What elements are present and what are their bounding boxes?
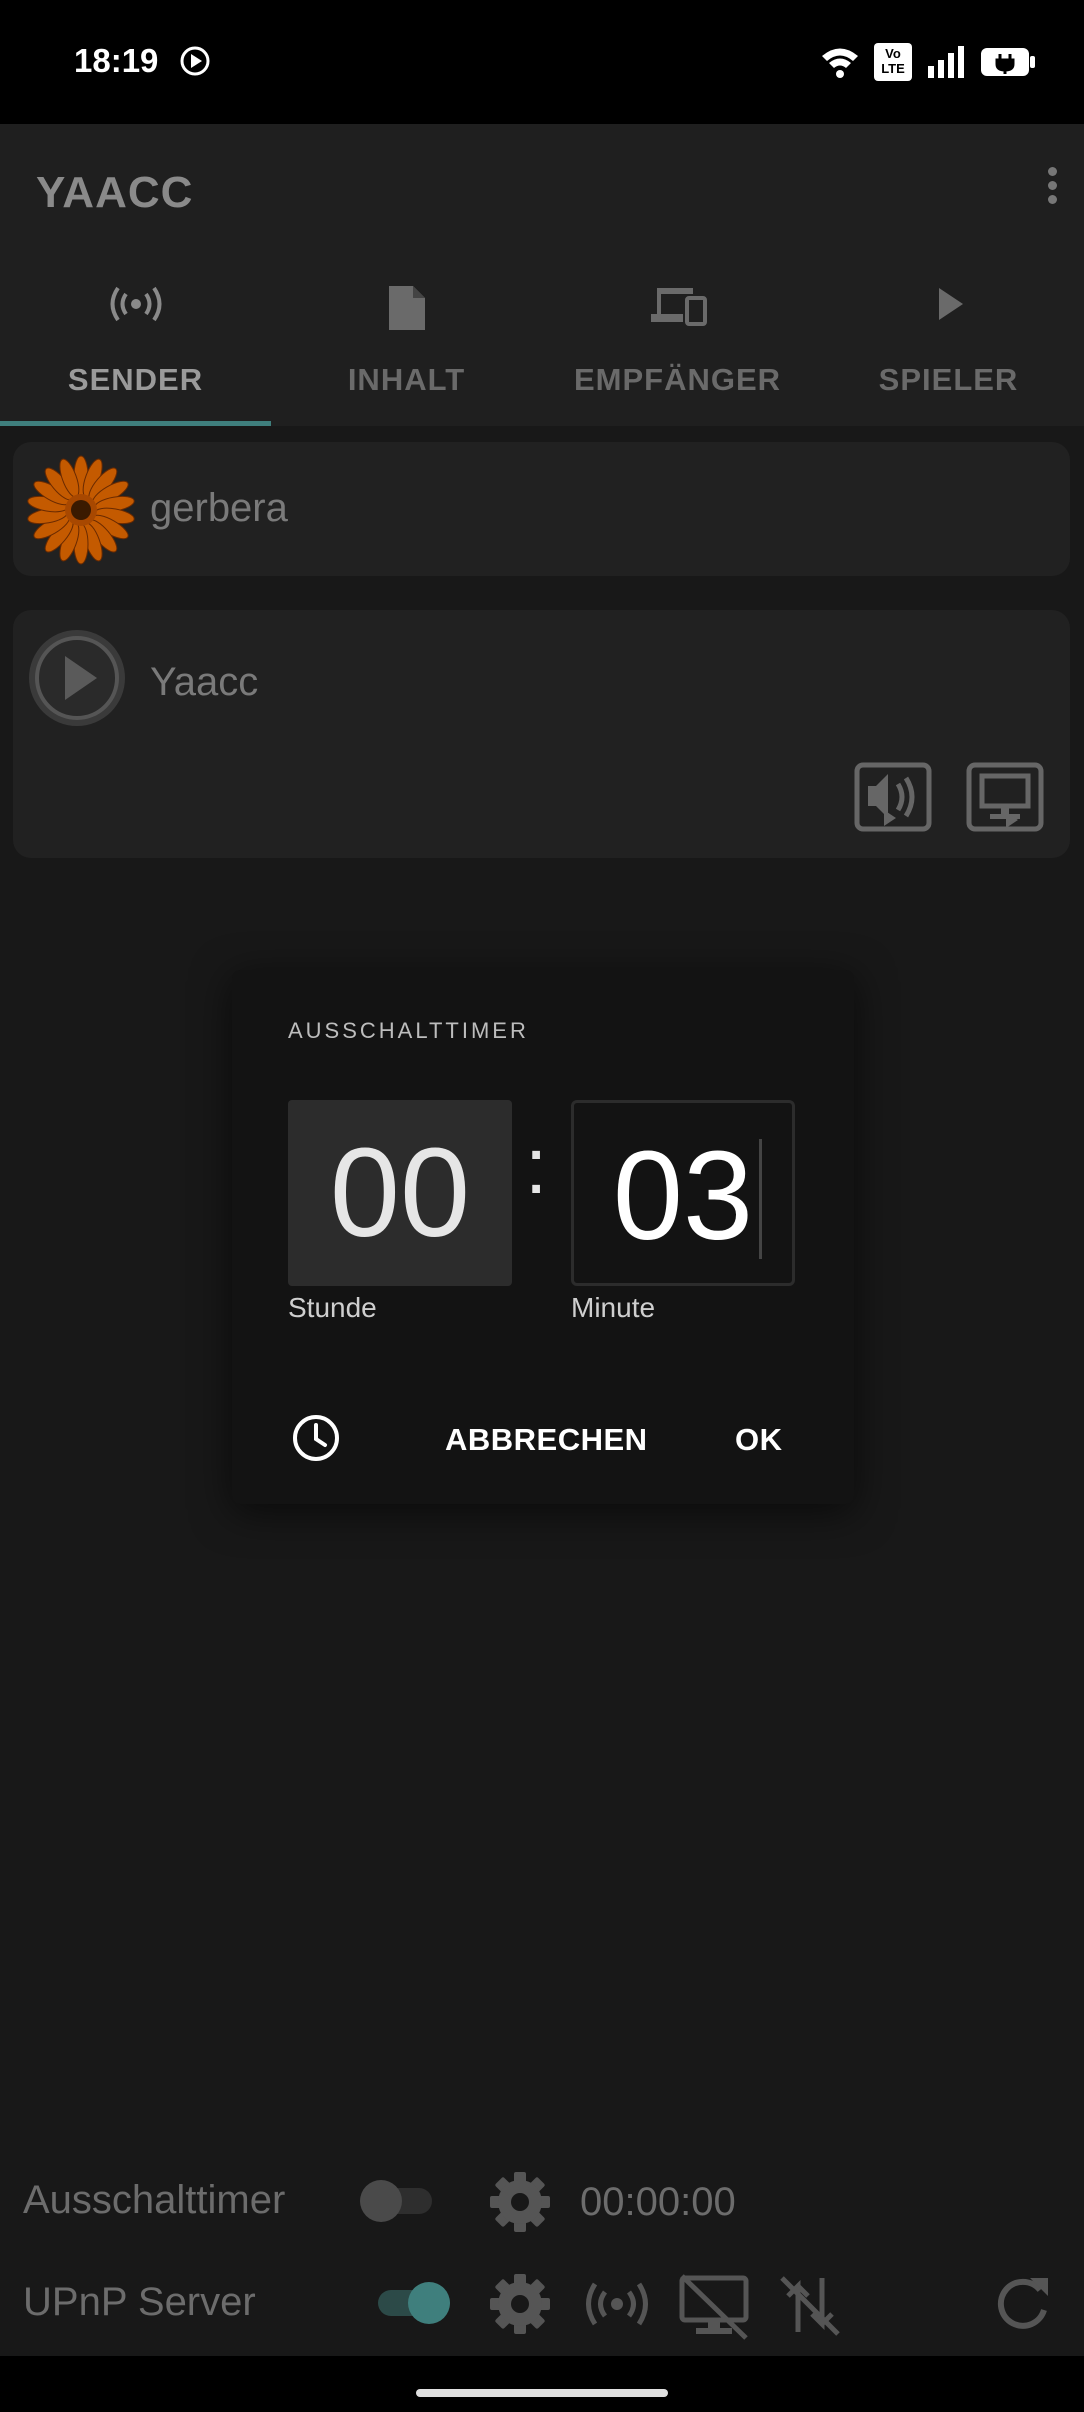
cancel-button[interactable]: ABBRECHEN [445,1422,648,1458]
tab-indicator [0,421,271,426]
tab-inhalt[interactable]: INHALT [271,254,542,426]
broadcast-icon [110,286,161,322]
refresh-icon[interactable] [990,2272,1054,2336]
battery-charging-icon [981,48,1035,76]
minutes-caption: Minute [571,1292,656,1323]
gerbera-flower-icon [27,455,135,565]
upnp-broadcast-icon[interactable] [584,2280,650,2328]
navigation-bar [0,2356,1084,2412]
upnp-server-row: UPnP Server [0,2254,1084,2354]
tab-bar: SENDER INHALT EMPFÄNGER SPIELER [0,254,1084,426]
hours-caption: Stunde [288,1292,377,1323]
ok-button[interactable]: OK [735,1422,783,1458]
screen-record-icon [180,46,210,76]
renderer-disabled-icon[interactable] [676,2272,752,2340]
upnp-settings-gear-icon[interactable] [488,2272,552,2336]
device-card-yaacc[interactable]: Yaacc [13,610,1070,858]
tab-spieler-label: SPIELER [878,362,1019,397]
volte-line1: Vo [885,46,901,61]
time-separator: : [525,1121,548,1210]
sleep-timer-switch[interactable] [360,2180,432,2222]
sleep-timer-settings-gear-icon[interactable] [488,2170,552,2234]
clock-icon[interactable] [290,1412,342,1464]
home-gesture-handle[interactable] [416,2389,668,2397]
volte-icon: Vo LTE [874,43,912,81]
audio-renderer-icon[interactable] [854,762,932,832]
overflow-menu-icon[interactable] [1042,162,1062,212]
devices-icon [650,288,707,326]
app-bar: YAACC [0,124,1084,254]
device-card-gerbera[interactable]: gerbera [13,442,1070,576]
minutes-input[interactable]: 03 [571,1100,795,1286]
status-time: 18:19 [74,42,159,79]
tab-empfaenger[interactable]: EMPFÄNGER [542,254,813,426]
signal-icon [928,46,964,78]
sleep-timer-label: Ausschalttimer [23,2178,286,2222]
volte-line2: LTE [881,61,905,76]
sync-disabled-icon[interactable] [778,2272,842,2338]
upnp-server-switch[interactable] [378,2282,450,2324]
sleep-timer-value: 00:00:00 [580,2180,736,2224]
hours-input[interactable]: 00 [288,1100,512,1286]
wifi-icon [822,48,858,78]
device-name-yaacc: Yaacc [150,660,259,704]
upnp-server-label: UPnP Server [23,2280,256,2324]
tab-spieler[interactable]: SPIELER [813,254,1084,426]
file-icon [388,286,425,330]
sleep-timer-row: Ausschalttimer 00:00:00 [0,2152,1084,2252]
tab-inhalt-label: INHALT [347,362,466,397]
sleep-timer-dialog: AUSSCHALTTIMER 00 : 03 Stunde Minute ABB… [232,970,854,1504]
device-name-gerbera: gerbera [150,486,288,530]
tab-sender[interactable]: SENDER [0,254,271,426]
tab-empfaenger-label: EMPFÄNGER [573,362,782,397]
dialog-title: AUSSCHALTTIMER [288,1018,529,1043]
status-bar: 18:19 Vo LTE [0,0,1084,124]
device-actions [854,762,1044,832]
app-title: YAACC [36,168,194,217]
tab-sender-label: SENDER [67,362,204,397]
hours-value: 00 [329,1122,471,1263]
video-renderer-icon[interactable] [966,762,1044,832]
text-caret [759,1139,762,1259]
play-icon [938,288,963,320]
play-circle-icon [29,630,125,726]
